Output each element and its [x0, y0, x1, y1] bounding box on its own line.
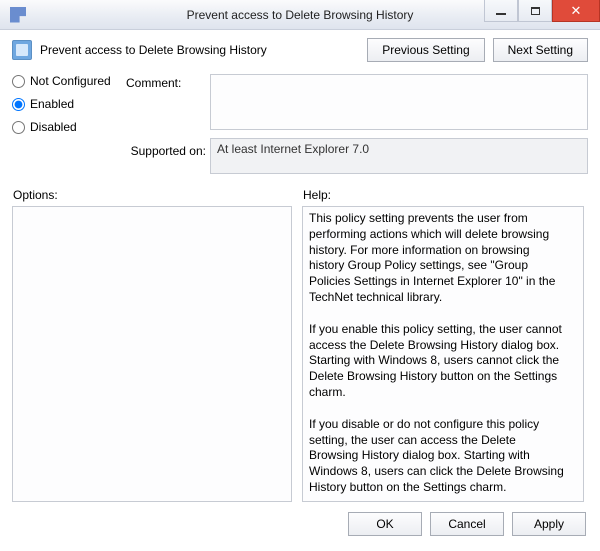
help-label: Help: [303, 188, 584, 202]
supported-on-label: Supported on: [126, 138, 206, 158]
supported-on-field [210, 138, 588, 174]
title-bar[interactable]: Prevent access to Delete Browsing Histor… [0, 0, 600, 30]
maximize-button[interactable] [518, 0, 552, 22]
radio-not-configured[interactable]: Not Configured [12, 74, 122, 88]
next-setting-button[interactable]: Next Setting [493, 38, 588, 62]
radio-label: Disabled [30, 120, 77, 134]
radio-label: Not Configured [30, 74, 111, 88]
comment-input[interactable] [210, 74, 588, 130]
radio-enabled[interactable]: Enabled [12, 97, 122, 111]
minimize-button[interactable] [484, 0, 518, 22]
options-panel [12, 206, 292, 502]
policy-icon [12, 40, 32, 60]
state-radio-group: Not Configured Enabled Disabled [12, 74, 122, 134]
radio-label: Enabled [30, 97, 74, 111]
policy-title: Prevent access to Delete Browsing Histor… [40, 43, 359, 57]
window-icon [10, 7, 26, 23]
previous-setting-button[interactable]: Previous Setting [367, 38, 484, 62]
close-button[interactable]: ✕ [552, 0, 600, 22]
radio-not-configured-input[interactable] [12, 75, 25, 88]
help-panel[interactable]: This policy setting prevents the user fr… [302, 206, 584, 502]
radio-disabled-input[interactable] [12, 121, 25, 134]
window-controls: ✕ [484, 0, 600, 29]
cancel-button[interactable]: Cancel [430, 512, 504, 536]
apply-button[interactable]: Apply [512, 512, 586, 536]
radio-disabled[interactable]: Disabled [12, 120, 122, 134]
options-label: Options: [13, 188, 292, 202]
ok-button[interactable]: OK [348, 512, 422, 536]
comment-label: Comment: [126, 74, 206, 90]
radio-enabled-input[interactable] [12, 98, 25, 111]
